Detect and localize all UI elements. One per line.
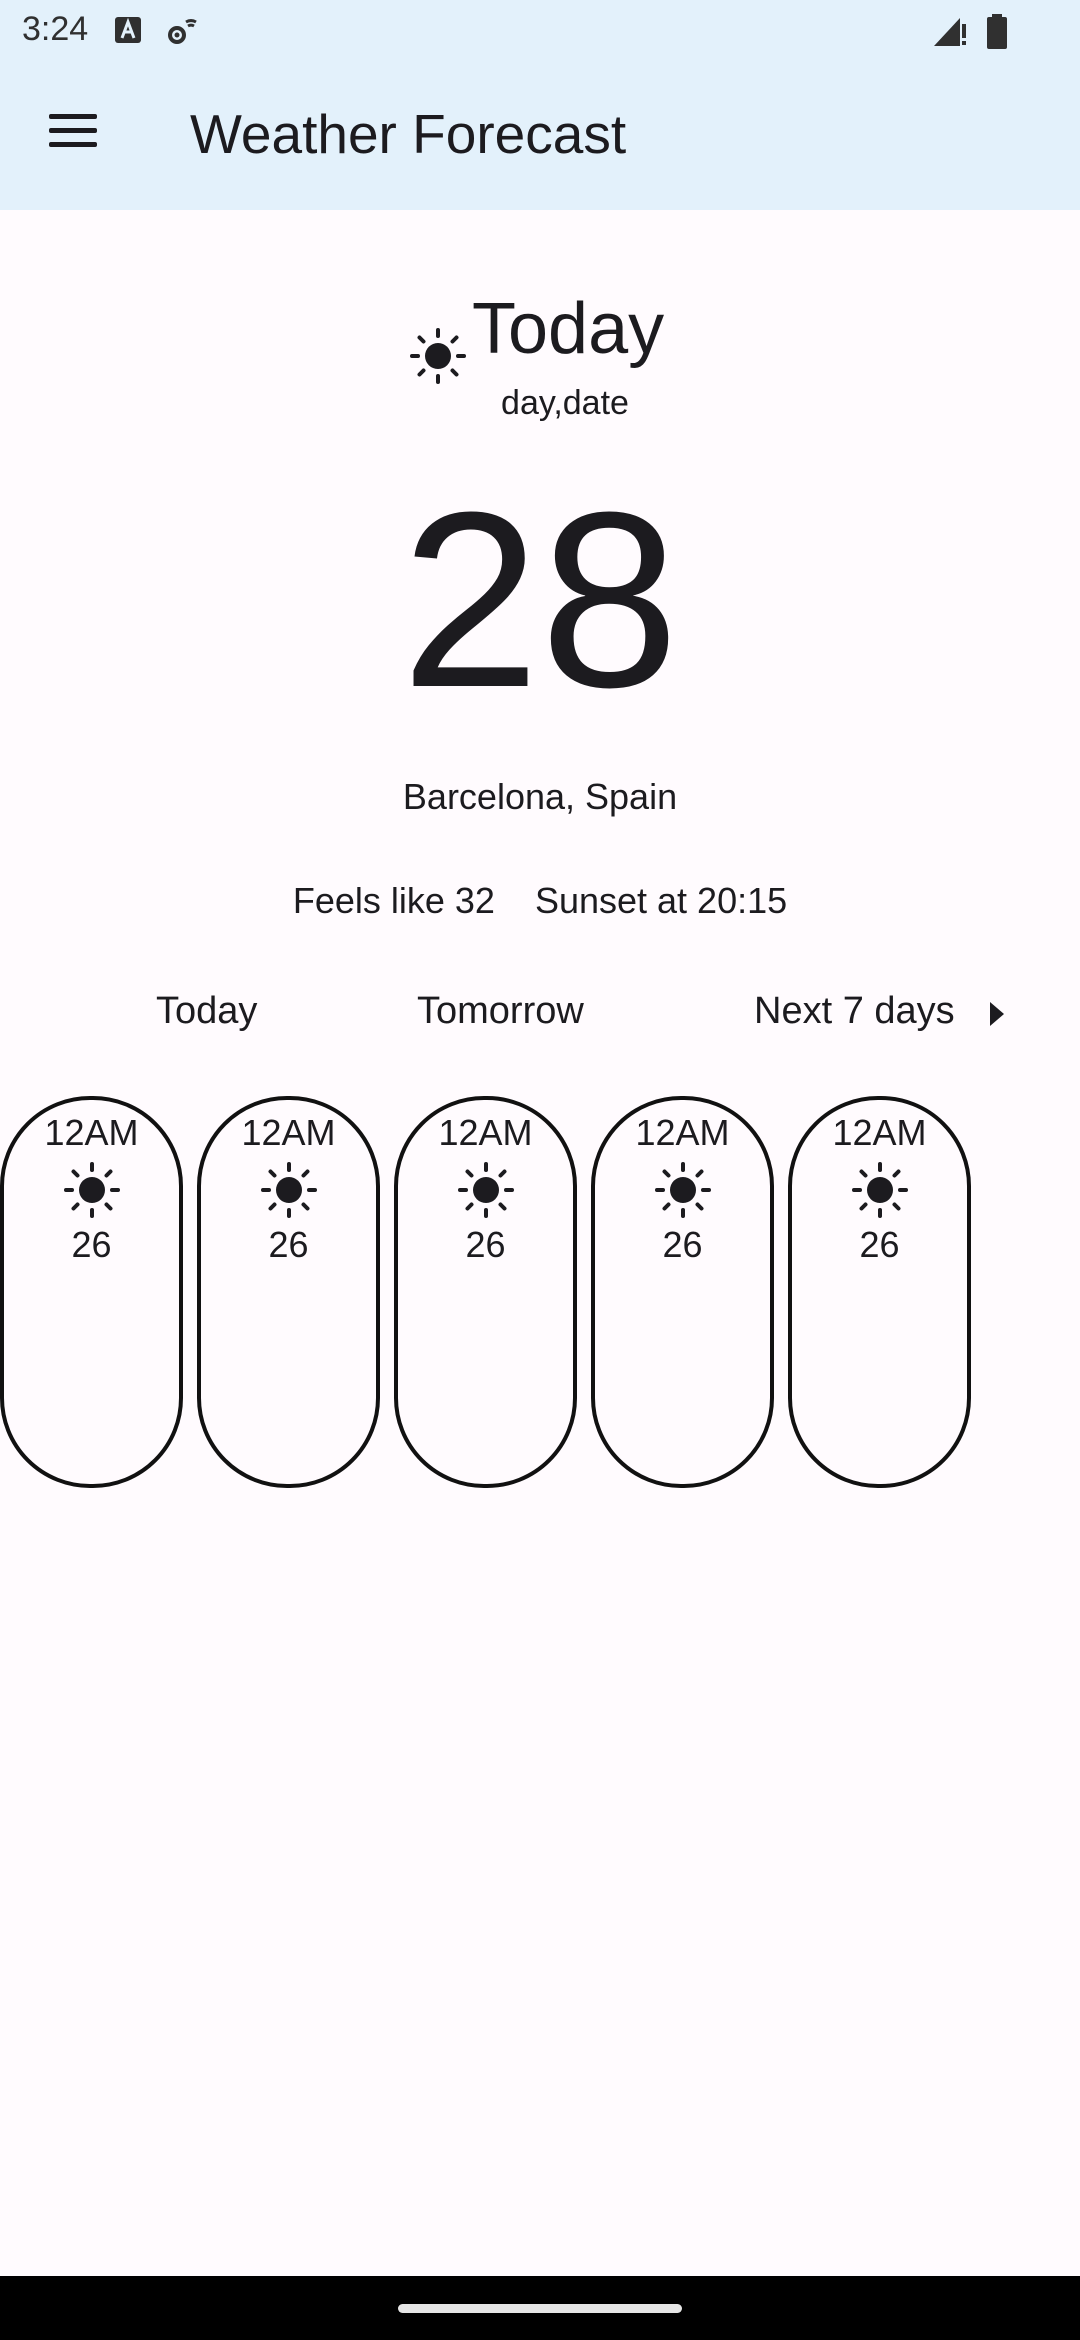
hour-temperature: 26 <box>268 1224 309 1265</box>
sun-icon <box>852 1162 908 1218</box>
hourly-card[interactable]: 12AM 26 <box>591 1096 774 1488</box>
header-subtitle: day,date <box>501 384 629 422</box>
app-title: Weather Forecast <box>190 103 627 165</box>
hour-time: 12AM <box>241 1112 336 1153</box>
font-a-icon <box>115 17 141 43</box>
sun-icon <box>64 1162 120 1218</box>
hourly-card[interactable]: 12AM 26 <box>0 1096 183 1488</box>
battery-icon <box>987 14 1007 49</box>
day-header: Today day,date <box>0 280 1080 440</box>
menu-icon[interactable] <box>34 102 112 162</box>
hour-time: 12AM <box>635 1112 730 1153</box>
weather-details: Feels like 32 Sunset at 20:15 <box>0 880 1080 922</box>
current-temperature: 28 <box>400 460 680 739</box>
header-title: Today <box>472 289 665 369</box>
hour-time: 12AM <box>438 1112 533 1153</box>
arrow-right-icon[interactable] <box>990 1002 1004 1026</box>
hourly-card[interactable]: 12AM 26 <box>788 1096 971 1488</box>
hour-temperature: 26 <box>465 1224 506 1265</box>
hourly-forecast-list[interactable]: 12AM 26 12AM 26 12AM 26 12AM 26 12AM 26 <box>0 1096 1080 1490</box>
top-app-area: 3:24 Weather Forecast <box>0 0 1080 210</box>
tab-today[interactable]: Today <box>156 990 257 1033</box>
hour-temperature: 26 <box>859 1224 900 1265</box>
sun-icon <box>261 1162 317 1218</box>
sun-icon <box>458 1162 514 1218</box>
sun-icon <box>655 1162 711 1218</box>
hour-time: 12AM <box>44 1112 139 1153</box>
status-time: 3:24 <box>22 10 89 48</box>
sun-icon <box>410 328 466 384</box>
hourly-card[interactable]: 12AM 26 <box>394 1096 577 1488</box>
hour-temperature: 26 <box>662 1224 703 1265</box>
hour-temperature: 26 <box>71 1224 112 1265</box>
sunset-label: Sunset at 20:15 <box>534 880 788 921</box>
app-bar: Weather Forecast <box>0 64 1080 210</box>
tab-next-7-days[interactable]: Next 7 days <box>754 990 955 1033</box>
hourly-card[interactable]: 12AM 26 <box>197 1096 380 1488</box>
system-navigation-bar <box>0 2276 1080 2340</box>
location-label: Barcelona, Spain <box>402 776 678 817</box>
status-bar: 3:24 <box>0 0 1080 64</box>
feels-like-label: Feels like 32 <box>292 880 495 921</box>
wifi-settings-icon <box>168 19 197 44</box>
signal-icon <box>934 18 966 46</box>
hour-time: 12AM <box>832 1112 927 1153</box>
home-gesture-handle[interactable] <box>398 2304 682 2313</box>
tab-tomorrow[interactable]: Tomorrow <box>417 990 584 1033</box>
